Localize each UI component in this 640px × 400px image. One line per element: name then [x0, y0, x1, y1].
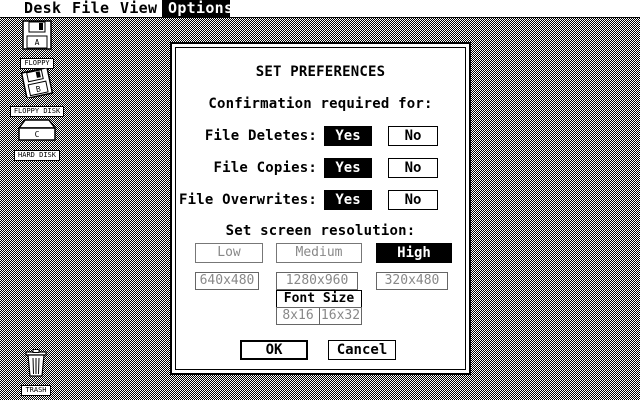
font-size-label: Font Size [276, 290, 362, 308]
floppy-disk-icon: B [20, 68, 54, 98]
cancel-button[interactable]: Cancel [328, 340, 396, 360]
file-overwrites-label: File Overwrites: [178, 192, 317, 208]
resolution-heading: Set screen resolution: [225, 223, 416, 239]
resolution-low-button[interactable]: Low [195, 243, 263, 263]
svg-text:A: A [35, 38, 40, 47]
confirmation-heading: Confirmation required for: [208, 96, 433, 112]
menu-options[interactable]: Options [162, 0, 233, 17]
floppy-disk-icon: A [22, 20, 52, 50]
file-copies-label: File Copies: [213, 160, 317, 176]
resolution-low-size: 640x480 [195, 272, 259, 290]
desktop-icon-hard-disk[interactable]: C HARD DISK [1, 118, 73, 161]
menu-bar: Desk File View Options [0, 0, 640, 18]
file-deletes-label: File Deletes: [204, 128, 317, 144]
hard-disk-icon: C [17, 119, 57, 141]
trash-can-icon [25, 349, 47, 377]
resolution-medium-button[interactable]: Medium [276, 243, 362, 263]
file-overwrites-no-button[interactable]: No [388, 190, 438, 210]
desktop-icon-floppy-b[interactable]: B FLOPPY DISK [1, 68, 73, 117]
resolution-high-button[interactable]: High [376, 243, 452, 263]
resolution-high-size: 320x480 [376, 272, 448, 290]
icon-caption: HARD DISK [14, 150, 60, 161]
file-copies-no-button[interactable]: No [388, 158, 438, 178]
ok-button[interactable]: OK [240, 340, 308, 360]
file-deletes-yes-button[interactable]: Yes [324, 126, 372, 146]
file-copies-yes-button[interactable]: Yes [324, 158, 372, 178]
resolution-medium-size: 1280x960 [276, 272, 358, 290]
file-overwrites-yes-button[interactable]: Yes [324, 190, 372, 210]
dialog-title: SET PREFERENCES [255, 64, 386, 80]
set-preferences-dialog: SET PREFERENCES Confirmation required fo… [170, 42, 471, 375]
menu-file[interactable]: File [66, 0, 115, 17]
menu-view[interactable]: View [114, 0, 163, 17]
file-deletes-no-button[interactable]: No [388, 126, 438, 146]
icon-caption: FLOPPY DISK [9, 106, 65, 117]
icon-caption: TRASH [21, 385, 51, 396]
svg-text:C: C [35, 130, 40, 139]
desktop-icon-floppy-a[interactable]: A FLOPPY [1, 20, 73, 69]
menu-desk[interactable]: Desk [18, 0, 67, 17]
font-size-16x32-option[interactable]: 16x32 [319, 307, 362, 325]
desktop-icon-trash[interactable]: TRASH [0, 349, 72, 396]
font-size-8x16-option[interactable]: 8x16 [276, 307, 320, 325]
